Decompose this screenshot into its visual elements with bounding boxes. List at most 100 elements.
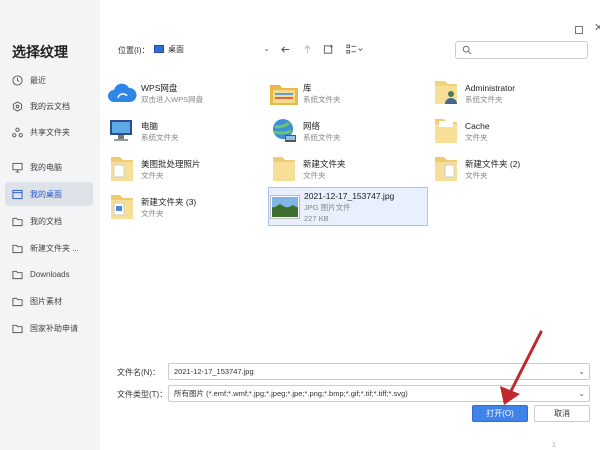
back-button[interactable]: [278, 42, 292, 56]
folder-icon: [268, 154, 300, 184]
sidebar-item-label: 我的云文档: [30, 101, 70, 111]
file-type: 文件夹: [465, 132, 488, 142]
folder-icon: [12, 269, 23, 280]
up-button[interactable]: [300, 42, 314, 56]
file-name: Cache: [465, 120, 490, 131]
file-name: 电脑: [141, 120, 159, 131]
sidebar-item-my-documents[interactable]: 我的文档: [5, 209, 93, 233]
file-name: 网络: [303, 120, 321, 131]
open-button[interactable]: 打开(O): [472, 405, 528, 422]
file-item-new-folder[interactable]: 新建文件夹 文件夹: [268, 152, 418, 186]
folder-icon: [430, 116, 462, 146]
library-icon: [268, 78, 300, 108]
file-size: 227 KB: [304, 213, 329, 223]
sidebar-item-cloud-docs[interactable]: 我的云文档: [5, 94, 93, 118]
close-button[interactable]: ✕: [594, 21, 600, 34]
file-name: Administrator: [465, 82, 516, 93]
sidebar-item-label: Downloads: [30, 269, 70, 279]
file-item-screenshot-jpg[interactable]: 2021-12-17_153747.jpg JPG 图片文件 227 KB: [268, 187, 428, 226]
file-name: 2021-12-17_153747.jpg: [304, 190, 395, 201]
file-item-library[interactable]: 库 系统文件夹: [268, 76, 418, 110]
sidebar-item-image-assets[interactable]: 图片素材: [5, 289, 93, 313]
folder-icon: [12, 323, 23, 334]
file-item-network[interactable]: 网络 系统文件夹: [268, 114, 418, 148]
share-icon: [12, 127, 23, 138]
filetype-value: 所有图片 (*.emf;*.wmf;*.jpg;*.jpeg;*.jpe;*.p…: [174, 389, 408, 398]
sidebar-item-my-computer[interactable]: 我的电脑: [5, 155, 93, 179]
folder-icon: [12, 216, 23, 227]
user-folder-icon: [430, 78, 462, 108]
cloud-doc-icon: [12, 100, 23, 112]
sidebar-item-shared-folder[interactable]: 共享文件夹: [5, 120, 93, 144]
file-name: 新建文件夹: [303, 158, 346, 169]
file-name: 新建文件夹 (3): [141, 196, 197, 207]
desktop-icon: [154, 45, 164, 53]
chevron-down-icon: ⌄: [263, 44, 270, 53]
file-item-new-folder-2[interactable]: 新建文件夹 (2) 文件夹: [430, 152, 590, 186]
file-item-computer[interactable]: 电脑 系统文件夹: [106, 114, 256, 148]
dialog-title: 选择纹理: [12, 44, 68, 60]
new-folder-icon: [323, 44, 333, 54]
search-icon: [462, 45, 472, 55]
filename-input[interactable]: 2021-12-17_153747.jpg ⌄: [168, 363, 590, 380]
search-input[interactable]: [476, 43, 584, 57]
arrow-up-icon: [303, 44, 311, 53]
file-name: 新建文件夹 (2): [465, 158, 521, 169]
sidebar-item-new-folder[interactable]: 新建文件夹 ...: [5, 236, 93, 260]
cancel-button[interactable]: 取消: [534, 405, 590, 422]
file-type: 文件夹: [465, 170, 488, 180]
view-list-icon: [346, 44, 363, 54]
page-number: 1: [552, 442, 556, 449]
file-type: 系统文件夹: [303, 94, 341, 104]
search-box[interactable]: [455, 41, 588, 59]
file-type: JPG 图片文件: [304, 202, 351, 212]
chevron-down-icon[interactable]: ⌄: [578, 367, 585, 376]
network-icon: [268, 116, 300, 146]
sidebar-item-my-desktop[interactable]: 我的桌面: [5, 182, 93, 206]
file-item-new-folder-3[interactable]: 新建文件夹 (3) 文件夹: [106, 190, 256, 224]
file-name: WPS网盘: [141, 82, 178, 93]
computer-icon: [106, 116, 138, 146]
location-label: 位置(I)：: [118, 46, 150, 55]
maximize-button[interactable]: [575, 26, 583, 34]
file-type: 文件夹: [141, 208, 164, 218]
sidebar-item-downloads[interactable]: Downloads: [5, 262, 93, 286]
sidebar-item-label: 我的电脑: [30, 162, 62, 172]
folder-icon: [430, 154, 462, 184]
view-mode-button[interactable]: [344, 42, 366, 56]
sidebar-item-recent[interactable]: 最近: [5, 68, 93, 92]
file-type: 文件夹: [303, 170, 326, 180]
chevron-down-icon[interactable]: ⌄: [578, 389, 585, 398]
cloud-drive-icon: [106, 78, 138, 108]
sidebar-item-label: 我的桌面: [30, 189, 62, 199]
file-name: 库: [303, 82, 312, 93]
file-type: 系统文件夹: [465, 94, 503, 104]
sidebar: 选择纹理 最近 我的云文档 共享文件夹 我的电脑 我的桌面 我的文档 新建文件夹…: [0, 0, 100, 450]
computer-icon: [12, 162, 23, 173]
file-item-administrator[interactable]: Administrator 系统文件夹: [430, 76, 590, 110]
location-dropdown[interactable]: 桌面 ⌄: [154, 40, 272, 58]
sidebar-item-label: 最近: [30, 75, 46, 85]
file-type: 系统文件夹: [303, 132, 341, 142]
file-item-wps-cloud[interactable]: WPS网盘 双击进入WPS网盘: [106, 76, 256, 110]
sidebar-item-label: 新建文件夹 ...: [30, 243, 79, 253]
file-item-cache[interactable]: Cache 文件夹: [430, 114, 590, 148]
sidebar-item-label: 图片素材: [30, 296, 62, 306]
filetype-select[interactable]: 所有图片 (*.emf;*.wmf;*.jpg;*.jpeg;*.jpe;*.p…: [168, 385, 590, 402]
file-type: 系统文件夹: [141, 132, 179, 142]
clock-icon: [12, 74, 23, 86]
file-item-meitu-batch-photos[interactable]: 美图批处理照片 文件夹: [106, 152, 256, 186]
image-thumbnail-icon: [269, 192, 301, 222]
sidebar-item-subsidy-application[interactable]: 国家补助申请: [5, 316, 93, 340]
file-name: 美图批处理照片: [141, 158, 201, 169]
location-value: 桌面: [168, 44, 184, 54]
sidebar-item-label: 我的文档: [30, 216, 62, 226]
filename-value: 2021-12-17_153747.jpg: [174, 367, 254, 376]
sidebar-item-label: 共享文件夹: [30, 127, 70, 137]
file-type: 文件夹: [141, 170, 164, 180]
folder-icon: [12, 243, 23, 254]
filename-label: 文件名(N)：: [117, 368, 161, 377]
new-folder-button[interactable]: [321, 42, 335, 56]
desktop-icon: [12, 189, 23, 200]
folder-icon: [12, 296, 23, 307]
